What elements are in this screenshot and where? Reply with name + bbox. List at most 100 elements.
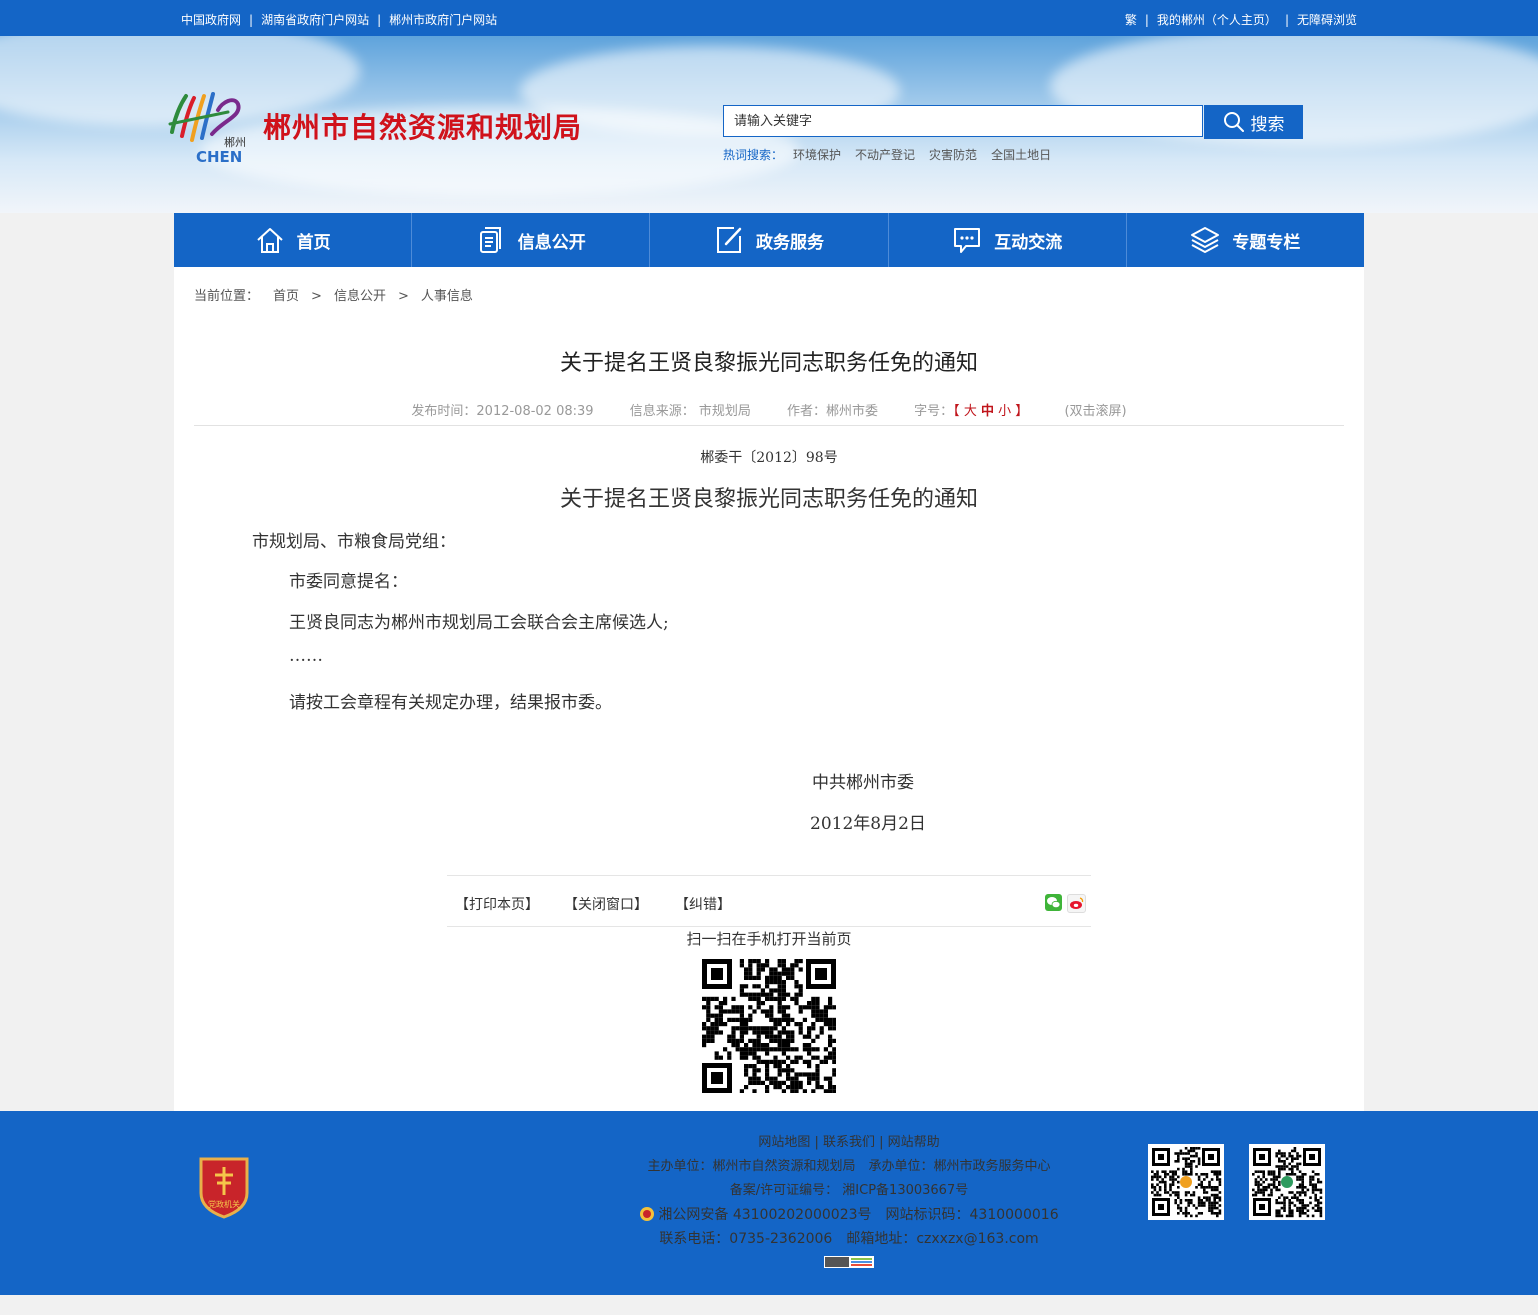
top-bar: 中国政府网 | 湖南省政府门户网站 | 郴州市政府门户网站 繁 | 我的郴州（个人主页） | 无… xyxy=(0,0,1538,36)
nav-label: 首页 xyxy=(296,232,331,253)
badge-text: 党政机关 xyxy=(208,1199,240,1209)
search-button[interactable]: 搜索 xyxy=(1204,105,1303,139)
document-icon xyxy=(479,227,501,253)
edit-icon xyxy=(717,227,742,253)
svg-text:CHEN: CHEN xyxy=(196,148,242,166)
breadcrumb-info[interactable]: 信息公开 xyxy=(334,289,386,304)
document-date: 2012年8月2日 xyxy=(810,814,926,834)
nav-item-home[interactable]: 首页 xyxy=(174,213,413,267)
chenzhou-logo[interactable]: 郴州 CHEN xyxy=(166,90,248,166)
footer-icp[interactable]: 备案/许可证编号： 湘ICP备13003667号 xyxy=(638,1179,1060,1203)
top-right-links: 繁 | 我的郴州（个人主页） | 无障碍浏览 xyxy=(1125,11,1357,28)
divider: | xyxy=(249,13,254,27)
nav-item-gov-services[interactable]: 政务服务 xyxy=(650,213,889,267)
breadcrumb-current[interactable]: 人事信息 xyxy=(421,289,473,304)
wechat-qr-code xyxy=(1148,1144,1224,1220)
hot-word[interactable]: 环境保护 xyxy=(793,148,841,162)
close-window-button[interactable]: 【关闭窗口】 xyxy=(564,894,648,914)
breadcrumb: 当前位置： 首页 > 信息公开 > 人事信息 xyxy=(194,285,473,304)
hot-search-label: 热词搜索： xyxy=(723,148,784,162)
hot-word[interactable]: 全国土地日 xyxy=(991,148,1051,162)
nav-label: 政务服务 xyxy=(756,232,824,253)
font-size-medium[interactable]: 中 xyxy=(981,404,994,419)
recipient: 市规划局、市粮食局党组： xyxy=(252,532,456,552)
hot-word[interactable]: 不动产登记 xyxy=(855,148,915,162)
search-input[interactable] xyxy=(724,106,1202,136)
footer-host: 主办单位：郴州市自然资源和规划局 承办单位：郴州市政务服务中心 xyxy=(647,1159,1051,1174)
nav-item-info-disclosure[interactable]: 信息公开 xyxy=(412,213,651,267)
bracket: 【 xyxy=(953,404,960,419)
document-title: 关于提名王贤良黎振光同志职务任免的通知 xyxy=(559,487,978,512)
nav-label: 互动交流 xyxy=(994,232,1063,253)
nav-label: 信息公开 xyxy=(517,232,586,253)
article-tools: 【打印本页】 【关闭窗口】 【纠错】 xyxy=(447,875,1091,927)
breadcrumb-home[interactable]: 首页 xyxy=(273,289,299,304)
hot-word[interactable]: 灾害防范 xyxy=(929,148,977,162)
cnzz-stats-icon[interactable] xyxy=(824,1256,874,1268)
breadcrumb-separator: > xyxy=(397,289,409,304)
font-size-large[interactable]: 大 xyxy=(964,404,977,419)
footer-contact-line: 联系电话：0735-2362006 邮箱地址：czxxzx@163.com xyxy=(638,1227,1060,1275)
publish-time: 发布时间：2012-08-02 08:39 xyxy=(411,404,594,419)
breadcrumb-separator: > xyxy=(311,289,322,304)
print-button[interactable]: 【打印本页】 xyxy=(455,894,539,914)
body-paragraph: 请按工会章程有关规定办理，结果报市委。 xyxy=(289,693,612,713)
main-content: 当前位置： 首页 > 信息公开 > 人事信息 关于提名王贤良黎振光同志职务任免的通知 发布… xyxy=(174,267,1364,1111)
footer-police-line: 湘公网安备 43100202000023号 网站标识码：4310000016 xyxy=(638,1203,1060,1227)
signature: 中共郴州市委 xyxy=(812,773,914,793)
nav-item-interaction[interactable]: 互动交流 xyxy=(889,213,1127,267)
wechat-icon[interactable] xyxy=(1045,894,1062,911)
document-number: 郴委干〔2012〕98号 xyxy=(700,450,838,466)
font-size-control: 字号：【 大 中 小 】 xyxy=(914,404,1028,419)
search-button-label: 搜索 xyxy=(1250,114,1285,135)
party-government-badge[interactable]: 党政机关 xyxy=(197,1155,251,1219)
qr-caption: 扫一扫在手机打开当前页 xyxy=(686,930,852,948)
body-paragraph: …… xyxy=(289,646,323,666)
footer-contact: 联系电话：0735-2362006 邮箱地址：czxxzx@163.com xyxy=(659,1231,1039,1247)
divider: | xyxy=(377,13,382,27)
search-icon xyxy=(1223,112,1244,132)
hot-search: 热词搜索： 环境保护 不动产登记 灾害防范 全国土地日 xyxy=(723,146,1065,163)
chat-icon xyxy=(954,228,981,253)
footer-info: 网站地图 | 联系我们 | 网站帮助 主办单位：郴州市自然资源和规划局 承办单位… xyxy=(638,1131,1060,1275)
info-source: 信息来源： 市规划局 xyxy=(629,404,751,419)
app-qr-code xyxy=(1249,1144,1325,1220)
font-size-small[interactable]: 小 xyxy=(998,404,1011,419)
breadcrumb-prefix: 当前位置： xyxy=(194,289,260,304)
scroll-hint[interactable]: (双击滚屏) xyxy=(1064,404,1126,419)
police-badge-icon xyxy=(640,1207,655,1221)
article-meta: 发布时间：2012-08-02 08:39 信息来源： 市规划局 作者：郴州市委… xyxy=(174,400,1364,419)
top-link-chenzhou[interactable]: 郴州市政府门户网站 xyxy=(389,13,497,27)
article-title: 关于提名王贤良黎振光同志职务任免的通知 xyxy=(559,351,978,376)
main-nav: 首页 信息公开 政务服务 互动交流 专题专栏 xyxy=(174,213,1364,267)
search-box xyxy=(723,105,1203,137)
footer-links: 网站地图 | 联系我们 | 网站帮助 xyxy=(758,1135,940,1150)
divider: | xyxy=(1144,13,1149,27)
bracket: 】 xyxy=(1015,404,1029,419)
top-link-gov[interactable]: 中国政府网 xyxy=(181,13,241,27)
page-qr-code xyxy=(702,959,836,1093)
footer-link-sitemap[interactable]: 网站地图 xyxy=(758,1135,810,1150)
svg-text:郴州: 郴州 xyxy=(224,135,246,149)
nav-label: 专题专栏 xyxy=(1232,232,1301,253)
traditional-chinese-link[interactable]: 繁 xyxy=(1125,13,1137,27)
weibo-icon[interactable] xyxy=(1067,894,1086,913)
correction-button[interactable]: 【纠错】 xyxy=(675,894,731,914)
font-size-label: 字号： xyxy=(914,404,954,419)
layers-icon xyxy=(1191,227,1220,253)
top-links: 中国政府网 | 湖南省政府门户网站 | 郴州市政府门户网站 xyxy=(181,11,497,28)
divider: | xyxy=(1284,13,1289,27)
home-icon xyxy=(256,228,283,253)
footer-link-contact[interactable]: 联系我们 xyxy=(823,1135,875,1150)
top-link-hunan[interactable]: 湖南省政府门户网站 xyxy=(261,13,369,27)
nav-item-special-topics[interactable]: 专题专栏 xyxy=(1127,213,1364,267)
divider xyxy=(194,425,1344,426)
body-paragraph: 王贤良同志为郴州市规划局工会联合会主席候选人; xyxy=(289,613,669,633)
footer-police[interactable]: 湘公网安备 43100202000023号 网站标识码：4310000016 xyxy=(658,1207,1058,1223)
body-paragraph: 市委同意提名： xyxy=(289,572,408,592)
my-chenzhou-link[interactable]: 我的郴州（个人主页） xyxy=(1157,13,1277,27)
site-title[interactable]: 郴州市自然资源和规划局 xyxy=(263,106,582,146)
accessibility-link[interactable]: 无障碍浏览 xyxy=(1297,13,1357,27)
footer-link-help[interactable]: 网站帮助 xyxy=(888,1135,940,1150)
author: 作者：郴州市委 xyxy=(786,404,878,419)
